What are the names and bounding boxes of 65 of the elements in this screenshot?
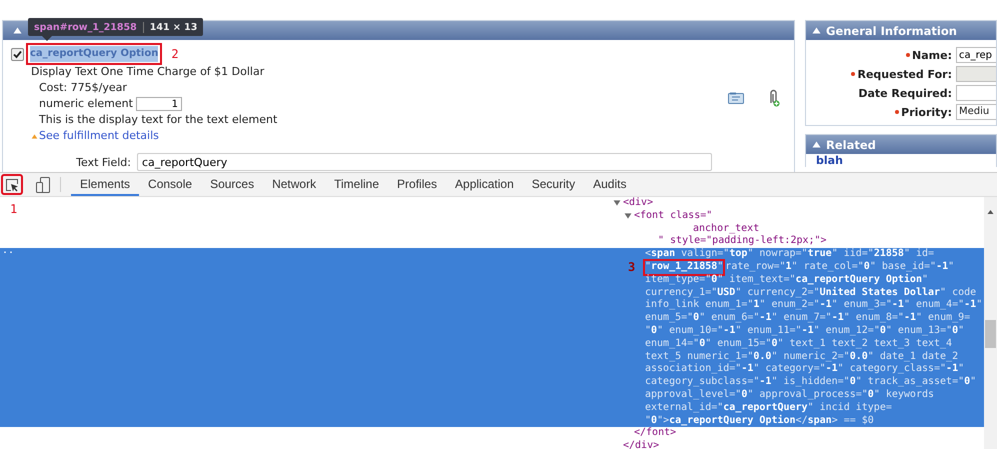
text-field[interactable]: [956, 85, 996, 101]
panel-title: General Information: [826, 24, 957, 38]
code-text: category_subclass="-1" is_hidden="0" track_as_asset="0": [645, 376, 976, 389]
code-text: approval_level="0" approval_process="0" keywords: [645, 388, 934, 402]
code-text: <div>: [623, 197, 654, 210]
code-text: rate_row="1" rate_col="0" base_id="-1": [725, 260, 954, 274]
scrollbar[interactable]: [984, 197, 997, 449]
code-text: </font>: [634, 427, 676, 440]
card-icon[interactable]: [728, 92, 744, 104]
panel-title: Related: [826, 138, 876, 152]
code-text: enum_5="0" enum_6="-1" enum_7="-1" enum_8="-1" enum_9=: [645, 312, 970, 325]
field-label: Date Required:: [858, 86, 952, 100]
numeric-field[interactable]: 1: [136, 97, 182, 111]
devtools-tab[interactable]: Sources: [201, 173, 264, 196]
annotation-number: 1: [10, 203, 18, 216]
cost-text: Cost: 775$/year: [39, 80, 128, 96]
text-field[interactable]: ca_reportQuery: [137, 153, 712, 171]
code-text: text_5 numeric_1="0.0" numeric_2="0.0" date_1 date_2: [645, 350, 958, 363]
field-label: Text Field:: [75, 156, 131, 168]
devtools-tab[interactable]: Audits: [584, 173, 636, 196]
field-label: Name:: [912, 48, 952, 62]
devtools-tab[interactable]: Console: [139, 173, 202, 196]
description-text: Display Text One Time Charge of $1 Dollar: [30, 64, 266, 80]
collapse-icon[interactable]: [13, 27, 22, 34]
devtools-tab[interactable]: Elements: [71, 173, 140, 196]
code-text: item_type="0" item_text="ca_reportQuery Option": [645, 274, 928, 286]
devtools-tab[interactable]: Security: [522, 173, 584, 196]
code-text: "0">ca_reportQuery Option</span> == $0: [645, 414, 874, 427]
devtools-tab[interactable]: Profiles: [388, 173, 446, 196]
related-link[interactable]: blah: [806, 154, 996, 167]
field-label: numeric element: [39, 96, 134, 112]
expand-icon[interactable]: [613, 200, 621, 206]
field-label: Requested For:: [857, 68, 952, 80]
text-field[interactable]: ca_rep: [956, 47, 996, 63]
field-label: Priority:: [901, 106, 952, 118]
inspect-icon[interactable]: [4, 178, 20, 192]
code-text: "0" enum_10="-1" enum_11="-1" enum_12="0" enum_13="0": [645, 324, 964, 338]
display-text: This is the display text for the text element: [39, 112, 278, 128]
code-text: "row_1_21858": [645, 260, 724, 274]
checkbox[interactable]: [11, 48, 24, 60]
collapse-icon[interactable]: [812, 141, 821, 148]
code-text: anchor_text: [693, 222, 760, 235]
devtools-tab[interactable]: Timeline: [325, 173, 388, 196]
code-text: external_id="ca_reportQuery" incid itype=: [645, 402, 892, 414]
caret-icon[interactable]: [31, 134, 38, 138]
code-text: association_id="-1" category="-1" category_class="-1": [645, 363, 964, 376]
code-text: " style="padding-left:2px;">: [658, 235, 827, 248]
collapse-icon[interactable]: [812, 27, 821, 34]
annotation-number: 3: [628, 260, 636, 274]
code-text: <font class=": [634, 210, 712, 223]
devtools-tab[interactable]: Application: [446, 173, 523, 196]
expand-icon[interactable]: [624, 213, 632, 220]
details-link[interactable]: See fulfillment details: [39, 128, 159, 144]
code-text: </div>: [623, 440, 660, 449]
code-text: currency_1="USD" currency_2="United States Dollar" code: [645, 286, 976, 299]
selector-text: span#row_1_21858: [28, 22, 144, 32]
devtools-tab[interactable]: Network: [263, 173, 326, 196]
readonly-field[interactable]: [956, 66, 996, 82]
code-text: <span valign="top" nowrap="true" iid="21858" id=: [645, 248, 934, 261]
size-text: 141 × 13: [148, 22, 198, 32]
ellipsis-marker[interactable]: ..: [2, 245, 14, 258]
code-text: info_link enum_1="1" enum_2="-1" enum_3="-1" enum_4="-1": [645, 299, 982, 312]
code-text: enum_14="0" enum_15="0" text_1 text_2 text_3 text_4: [645, 338, 952, 351]
priority-dropdown[interactable]: Mediu: [956, 104, 996, 120]
annotation-number: 2: [171, 46, 179, 62]
